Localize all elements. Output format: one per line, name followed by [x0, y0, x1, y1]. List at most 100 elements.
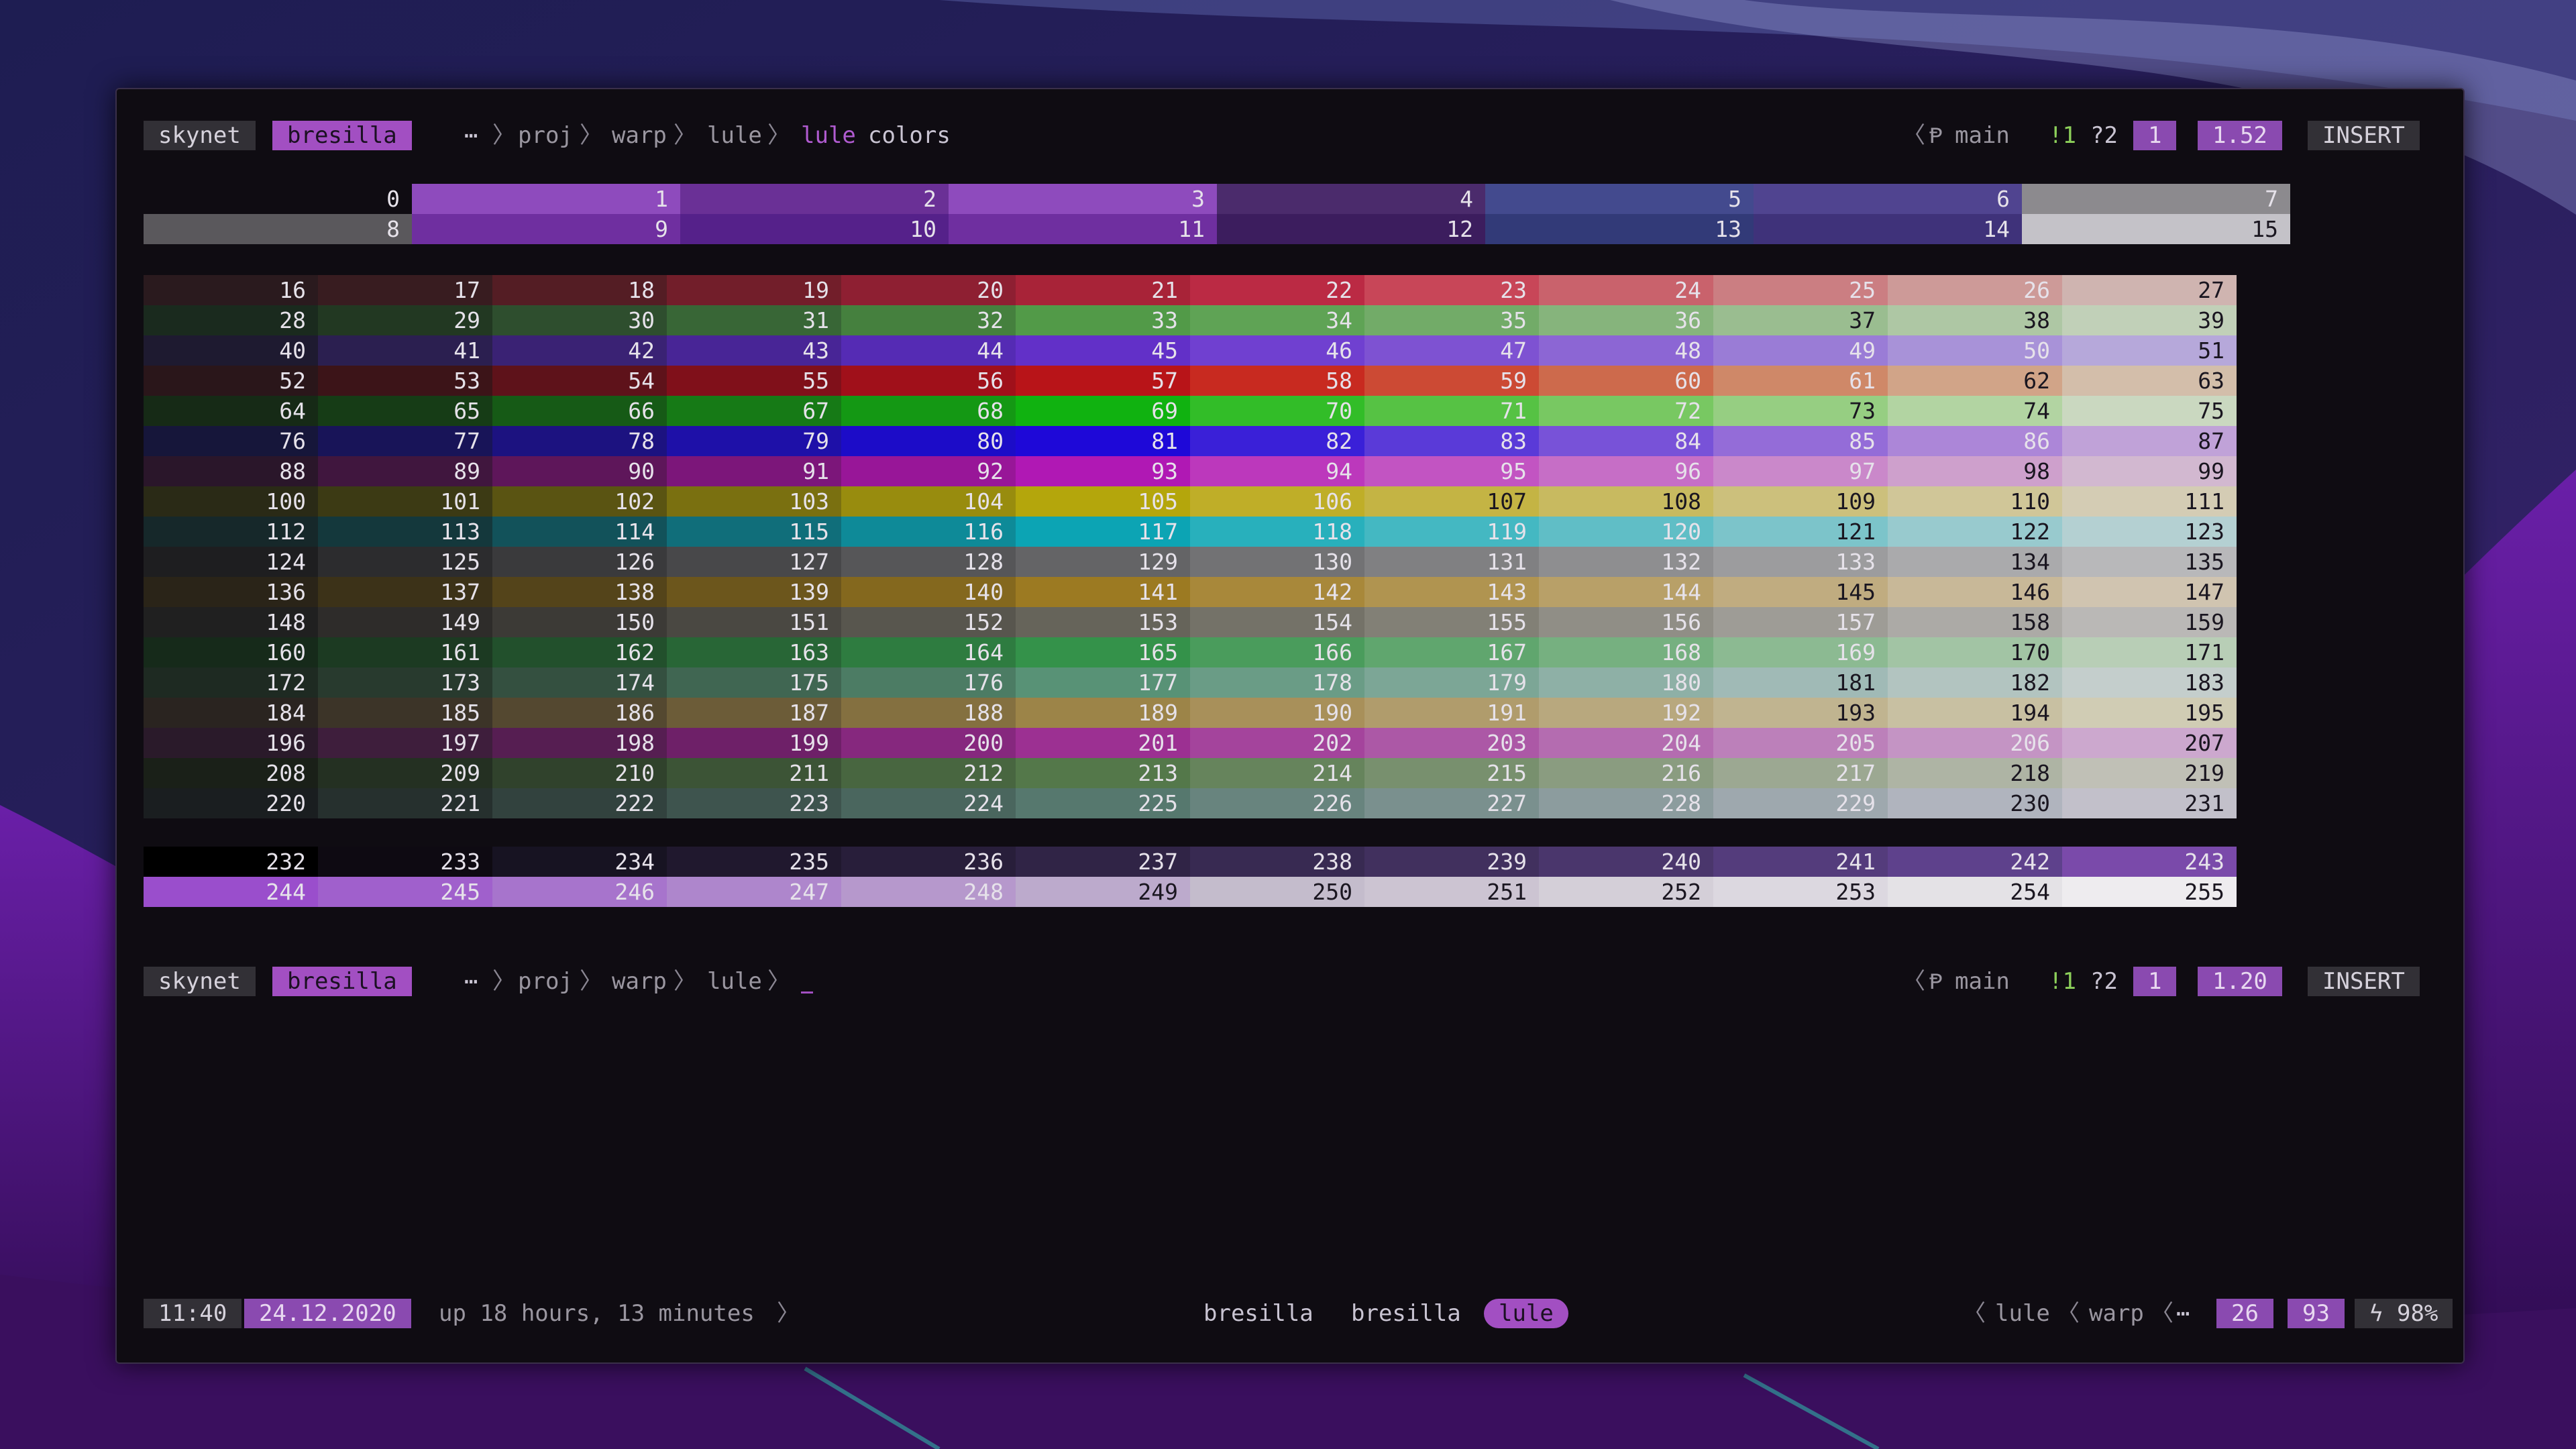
git-untracked: ?2	[2090, 968, 2118, 995]
color-swatch: 61	[1713, 366, 1888, 396]
color-swatch: 199	[667, 728, 841, 758]
color-swatch: 77	[318, 426, 492, 456]
color-swatch: 39	[2062, 305, 2237, 335]
git-branch: main	[1955, 122, 2010, 149]
color-swatch: 50	[1888, 335, 2062, 366]
color-swatch: 64	[144, 396, 318, 426]
color-swatch: 187	[667, 698, 841, 728]
path-segment: warp	[612, 122, 667, 149]
chevron-left-icon: 〈	[1963, 1300, 1986, 1327]
color-swatch: 107	[1364, 486, 1539, 517]
color-swatch: 12	[1217, 214, 1485, 244]
color-swatch: 95	[1364, 456, 1539, 486]
color-swatch: 227	[1364, 788, 1539, 818]
color-swatch: 85	[1713, 426, 1888, 456]
path-separator-icon: 〉	[580, 122, 602, 149]
color-swatch: 228	[1539, 788, 1713, 818]
window-tab[interactable]: bresilla	[1203, 1299, 1313, 1328]
color-swatch: 167	[1364, 637, 1539, 667]
color-swatch: 164	[841, 637, 1016, 667]
color-swatch: 65	[318, 396, 492, 426]
terminal-window[interactable]: skynet bresilla ⋯ 〉 proj 〉 warp 〉 lule 〉…	[115, 88, 2465, 1364]
color-swatch: 127	[667, 547, 841, 577]
color-swatch: 175	[667, 667, 841, 698]
text-cursor[interactable]	[801, 967, 813, 996]
color-swatch: 166	[1190, 637, 1364, 667]
color-swatch: 226	[1190, 788, 1364, 818]
color-swatch: 53	[318, 366, 492, 396]
window-tab[interactable]: bresilla	[1351, 1299, 1461, 1328]
color-swatch: 99	[2062, 456, 2237, 486]
color-swatch: 81	[1016, 426, 1190, 456]
color-swatch: 58	[1190, 366, 1364, 396]
color-swatch: 179	[1364, 667, 1539, 698]
color-swatch: 78	[492, 426, 667, 456]
prompt-line-input[interactable]: skynet bresilla ⋯ 〉 proj 〉 warp 〉 lule 〉…	[144, 967, 2423, 996]
color-swatch: 152	[841, 607, 1016, 637]
battery-level: 98%	[2396, 1300, 2438, 1327]
status-path-segment: lule	[1995, 1300, 2050, 1327]
color-swatch: 153	[1016, 607, 1190, 637]
git-branch-icon: Ᵽ	[1929, 968, 1943, 995]
chevron-right-icon: 〉	[777, 1300, 800, 1327]
vi-mode: INSERT	[2308, 121, 2420, 150]
color-swatch: 109	[1713, 486, 1888, 517]
status-uptime: up 18 hours, 13 minutes	[439, 1300, 755, 1327]
path-separator-icon: 〉	[674, 968, 696, 995]
color-swatch: 165	[1016, 637, 1190, 667]
status-bar: 11:40 24.12.2020 up 18 hours, 13 minutes…	[144, 1299, 2453, 1328]
color-swatch: 102	[492, 486, 667, 517]
git-modified: !1	[2049, 968, 2076, 995]
color-swatch: 250	[1190, 877, 1364, 907]
color-swatch: 184	[144, 698, 318, 728]
color-swatch: 223	[667, 788, 841, 818]
color-swatch: 201	[1016, 728, 1190, 758]
color-swatch: 54	[492, 366, 667, 396]
color-swatch: 130	[1190, 547, 1364, 577]
color-swatch: 148	[144, 607, 318, 637]
prompt-host: skynet	[144, 121, 256, 150]
color-swatch: 79	[667, 426, 841, 456]
color-swatch: 160	[144, 637, 318, 667]
color-swatch: 68	[841, 396, 1016, 426]
color-swatch: 219	[2062, 758, 2237, 788]
color-swatch: 46	[1190, 335, 1364, 366]
color-swatch: 25	[1713, 275, 1888, 305]
window-tab-active[interactable]: lule	[1484, 1299, 1568, 1328]
path-separator-icon: 〉	[492, 122, 515, 149]
color-swatch: 200	[841, 728, 1016, 758]
color-swatch: 59	[1364, 366, 1539, 396]
jobs-count: 1	[2133, 967, 2177, 996]
color-swatch: 222	[492, 788, 667, 818]
color-swatch: 9	[412, 214, 680, 244]
color-swatch: 74	[1888, 396, 2062, 426]
color-swatch: 233	[318, 847, 492, 877]
color-swatch: 186	[492, 698, 667, 728]
color-swatch: 137	[318, 577, 492, 607]
color-swatch: 72	[1539, 396, 1713, 426]
color-swatch: 125	[318, 547, 492, 577]
color-swatch: 114	[492, 517, 667, 547]
color-swatch: 32	[841, 305, 1016, 335]
path-segment: lule	[707, 968, 762, 995]
color-swatch: 247	[667, 877, 841, 907]
color-swatch: 108	[1539, 486, 1713, 517]
color-swatch: 93	[1016, 456, 1190, 486]
color-swatch: 63	[2062, 366, 2237, 396]
color-swatch: 253	[1713, 877, 1888, 907]
color-swatch: 100	[144, 486, 318, 517]
status-num-2: 93	[2288, 1299, 2345, 1328]
color-swatch: 246	[492, 877, 667, 907]
color-swatch: 26	[1888, 275, 2062, 305]
color-swatch: 243	[2062, 847, 2237, 877]
color-swatch: 115	[667, 517, 841, 547]
color-swatch: 104	[841, 486, 1016, 517]
color-swatch: 7	[2022, 184, 2290, 214]
color-swatch: 24	[1539, 275, 1713, 305]
color-swatch: 188	[841, 698, 1016, 728]
vi-mode: INSERT	[2308, 967, 2420, 996]
color-swatch: 13	[1485, 214, 1754, 244]
color-swatch: 213	[1016, 758, 1190, 788]
path-separator-icon: 〉	[580, 968, 602, 995]
color-swatch: 22	[1190, 275, 1364, 305]
